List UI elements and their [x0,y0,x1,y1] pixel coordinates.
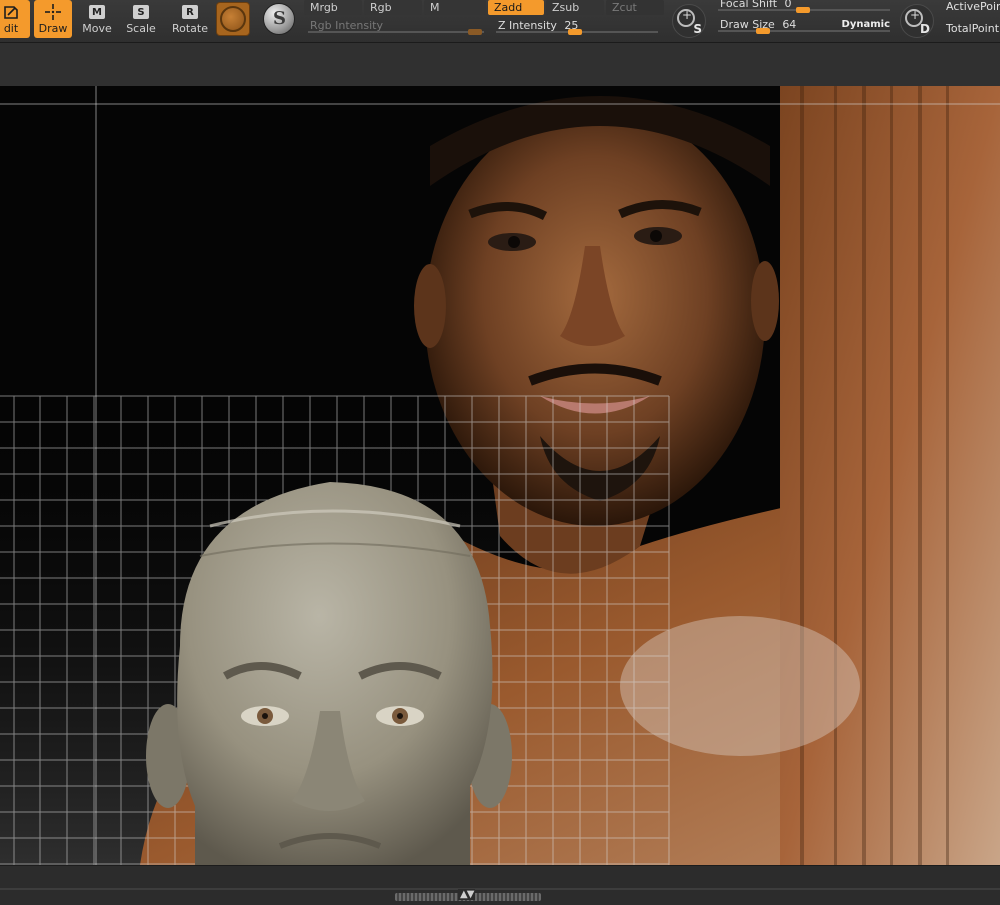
focal-shift-thumb[interactable] [796,7,810,13]
z-intensity-slider[interactable]: Z Intensity 25 [492,19,662,35]
symmetry-s-button[interactable]: S [672,4,706,38]
edit-icon [1,3,21,21]
material-sphere-icon [220,6,246,32]
m-button[interactable]: M [424,0,486,15]
zsub-button[interactable]: Zsub [546,0,604,15]
move-tool-button[interactable]: M Move [78,0,116,38]
secondary-shelf [0,43,1000,87]
rotate-tool-label: Rotate [171,22,208,35]
rgb-button[interactable]: Rgb [364,0,422,15]
edit-tool-label: dit [3,22,19,35]
draw-size-thumb[interactable] [756,28,770,34]
move-key-icon: M [87,3,107,21]
zadd-button[interactable]: Zadd [488,0,544,15]
reference-portrait-image [0,86,1000,865]
mrgb-button[interactable]: Mrgb [304,0,362,15]
draw-crosshair-icon [43,3,63,21]
draw-tool-label: Draw [38,22,68,35]
stroke-button[interactable] [262,2,296,36]
top-shelf: dit Draw M Move S Scale R Rotate Mrgb Rg… [0,0,1000,43]
rotate-key-icon: R [180,3,200,21]
rgb-intensity-thumb[interactable] [468,29,482,35]
target-icon [677,8,695,27]
edit-tool-button[interactable]: dit [0,0,30,38]
symmetry-d-button[interactable]: D [900,4,934,38]
draw-size-slider[interactable]: Draw Size 64 Dynamic [714,18,894,34]
focal-shift-slider[interactable]: Focal Shift 0 [714,0,894,13]
bottom-shelf: ▲▼ [0,865,1000,905]
rgb-intensity-slider[interactable]: Rgb Intensity [304,19,488,35]
expand-collapse-icon[interactable]: ▲▼ [458,889,476,900]
stroke-icon [263,3,295,35]
scale-tool-label: Scale [126,22,156,35]
z-intensity-thumb[interactable] [568,29,582,35]
total-points-label: TotalPoint [946,22,1000,35]
draw-tool-button[interactable]: Draw [34,0,72,38]
viewport-canvas[interactable] [0,86,1000,865]
material-button[interactable] [216,2,250,36]
zcut-button[interactable]: Zcut [606,0,664,15]
move-tool-label: Move [82,22,112,35]
scale-key-icon: S [131,3,151,21]
active-points-label: ActivePoin [946,0,1000,13]
rotate-tool-button[interactable]: R Rotate [171,0,209,38]
scale-tool-button[interactable]: S Scale [122,0,160,38]
